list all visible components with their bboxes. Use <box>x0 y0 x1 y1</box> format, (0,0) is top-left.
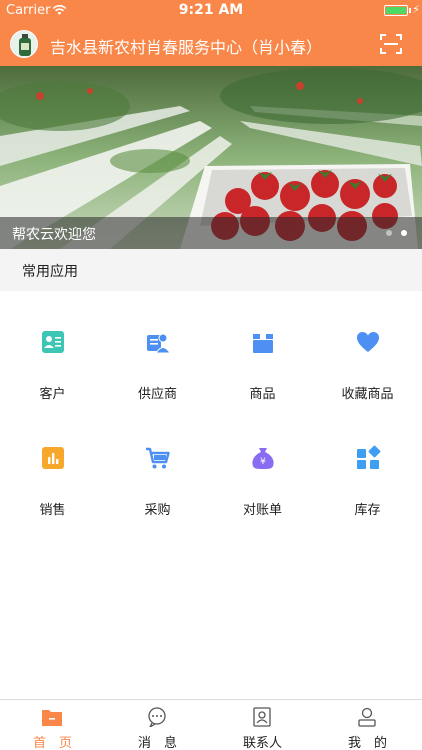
inventory-icon <box>357 445 381 469</box>
app-label: 采购 <box>144 503 171 518</box>
profile-icon <box>358 707 376 727</box>
tab-home[interactable]: 首 页 <box>0 700 105 750</box>
status-bar: Carrier 9:21 AM ⚡ <box>0 0 422 22</box>
money-bag-icon: ¥ <box>252 448 274 469</box>
tab-label: 我 的 <box>347 736 387 750</box>
app-goods[interactable]: 商品 <box>210 329 315 429</box>
sales-icon <box>42 447 64 469</box>
home-folder-icon <box>42 710 62 726</box>
section-header: 常用应用 <box>0 249 422 291</box>
battery-icon <box>384 5 408 16</box>
carousel-dot[interactable] <box>386 230 392 236</box>
carousel-dot-active[interactable] <box>401 230 407 236</box>
tab-messages[interactable]: 消 息 <box>105 700 210 750</box>
app-label: 对账单 <box>242 503 282 518</box>
app-customer[interactable]: 客户 <box>0 329 105 429</box>
charging-icon: ⚡ <box>412 3 420 16</box>
goods-icon <box>253 334 273 353</box>
app-label: 客户 <box>39 387 66 402</box>
nav-bar: 吉水县新农村肖春服务中心（肖小春） <box>0 22 422 66</box>
app-sales[interactable]: 销售 <box>0 445 105 545</box>
app-supplier[interactable]: 供应商 <box>105 329 210 429</box>
app-label: 收藏商品 <box>341 387 394 402</box>
tab-label: 联系人 <box>242 736 282 750</box>
banner-caption-bar: 帮农云欢迎您 <box>0 217 422 249</box>
app-label: 供应商 <box>137 387 177 402</box>
tab-profile[interactable]: 我 的 <box>315 700 420 750</box>
app-statement[interactable]: ¥ 对账单 <box>210 445 315 545</box>
banner-carousel[interactable]: 帮农云欢迎您 <box>0 66 422 249</box>
section-title: 常用应用 <box>22 264 78 280</box>
avatar-bottle-icon <box>11 31 37 57</box>
app-label: 销售 <box>39 503 66 518</box>
tab-contacts[interactable]: 联系人 <box>210 700 315 750</box>
heart-icon <box>357 332 379 352</box>
supplier-icon <box>147 333 171 354</box>
tab-bar: 首 页 消 息 联系人 我 的 <box>0 699 422 750</box>
svg-text:¥: ¥ <box>260 457 266 467</box>
tab-label: 消 息 <box>137 736 177 750</box>
app-screen: Carrier 9:21 AM ⚡ 吉水县新农村肖春服务中心（肖小春） 帮农云欢… <box>0 0 422 750</box>
app-label: 库存 <box>354 503 381 518</box>
app-inventory[interactable]: 库存 <box>315 445 420 545</box>
message-icon <box>148 707 166 727</box>
avatar[interactable] <box>10 30 38 58</box>
contacts-icon <box>253 707 271 727</box>
app-purchase[interactable]: 采购 <box>105 445 210 545</box>
scan-icon[interactable] <box>380 33 402 55</box>
tab-label: 首 页 <box>32 736 72 750</box>
page-title: 吉水县新农村肖春服务中心（肖小春） <box>50 38 323 57</box>
cart-icon <box>146 447 170 469</box>
app-favorite-goods[interactable]: 收藏商品 <box>315 329 420 429</box>
app-label: 商品 <box>249 387 276 402</box>
banner-caption: 帮农云欢迎您 <box>12 227 96 243</box>
clock: 9:21 AM <box>178 2 244 18</box>
customer-icon <box>42 331 64 353</box>
battery-tip <box>409 8 411 13</box>
